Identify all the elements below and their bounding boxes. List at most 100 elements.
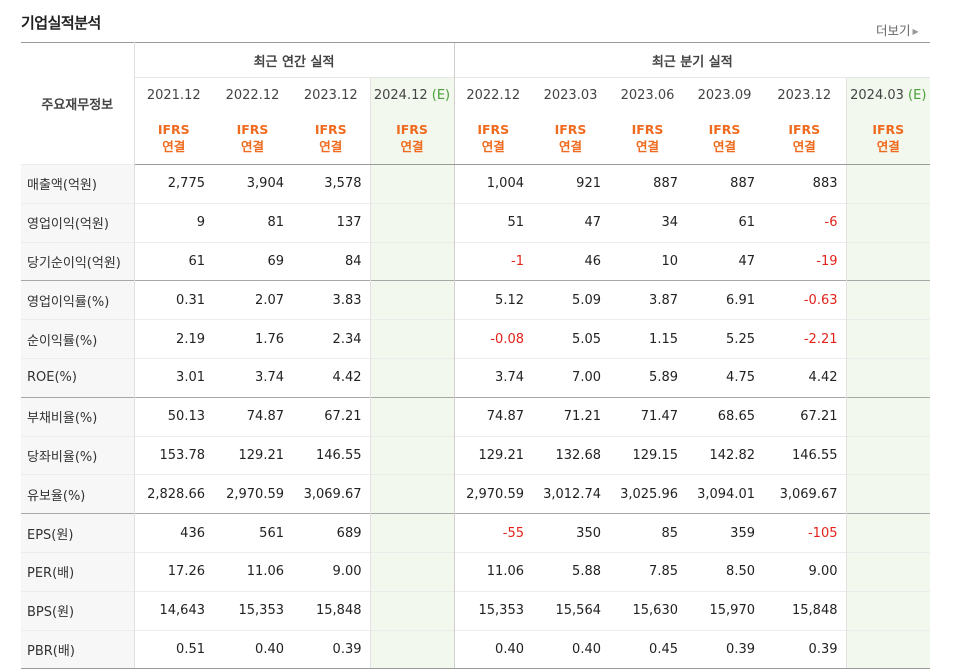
annual-estimate-header: 2024.12 (E) — [369, 77, 454, 114]
quarter-value-cell: 887 — [609, 164, 686, 204]
annual-value-cell: 2.19 — [134, 319, 213, 359]
annual-value-cell: 3.83 — [292, 280, 370, 320]
ifrs-consolidated-label: IFRS 연결 — [292, 113, 370, 165]
section-title: 기업실적분석 — [21, 14, 101, 32]
quarter-value-cell: -2.21 — [763, 319, 846, 359]
quarter-value-cell: 0.40 — [532, 629, 609, 669]
quarter-value-cell — [845, 629, 931, 669]
annual-value-cell: 69 — [213, 241, 292, 281]
annual-value-cell: 9 — [134, 202, 213, 243]
ifrs-consolidated-label: IFRS 연결 — [609, 113, 686, 165]
quarter-value-cell: -0.63 — [763, 280, 846, 320]
quarter-value-cell: 7.85 — [609, 551, 686, 592]
quarter-value-cell: 68.65 — [686, 396, 763, 437]
quarter-value-cell: 71.21 — [532, 396, 609, 437]
quarter-value-cell: 5.88 — [532, 551, 609, 592]
quarter-estimate-header: 2024.03 (E) — [845, 77, 931, 114]
annual-value-cell: 0.39 — [292, 629, 370, 669]
annual-value-cell: 2.34 — [292, 319, 370, 359]
quarter-value-cell: 61 — [686, 202, 763, 243]
table-row: 영업이익률(%) 0.31 2.07 3.83 5.12 5.09 3.87 6.91 -0.6… — [21, 280, 931, 320]
row-label: EPS(원) — [21, 513, 135, 553]
period-label: 2024.03 — [850, 88, 904, 104]
consolidated-label: 연결 — [792, 138, 816, 154]
quarter-value-cell: 5.09 — [532, 280, 609, 320]
more-link-label: 더보기 — [876, 23, 911, 38]
quarter-value-cell: 0.45 — [609, 629, 686, 669]
table-row: 당좌비율(%) 153.78 129.21 146.55 129.21 132.68 129… — [21, 435, 931, 475]
quarter-value-cell: 0.39 — [763, 629, 846, 669]
annual-value-cell: 15,848 — [292, 590, 370, 631]
quarter-value-cell: 85 — [609, 513, 686, 553]
quarter-value-cell: 3.74 — [453, 357, 532, 398]
quarter-value-cell — [845, 396, 931, 437]
quarter-value-cell: 8.50 — [686, 551, 763, 592]
table-row: EPS(원) 436 561 689 -55 350 85 359 -105 — [21, 513, 931, 553]
annual-year-header: 2021.12 — [134, 77, 213, 114]
annual-value-cell: 3.01 — [134, 357, 213, 398]
quarter-value-cell: 47 — [686, 241, 763, 281]
quarter-value-cell: 3,069.67 — [763, 474, 846, 514]
row-label: PER(배) — [21, 551, 135, 592]
quarter-value-cell: 9.00 — [763, 551, 846, 592]
annual-value-cell: 146.55 — [292, 435, 370, 475]
quarter-period-header: 2023.09 — [686, 77, 763, 114]
year-label: 2024.12 — [373, 88, 428, 104]
annual-value-cell: 17.26 — [134, 551, 213, 592]
quarter-value-cell: 359 — [686, 513, 763, 553]
ifrs-label: IFRS — [314, 121, 347, 137]
quarter-value-cell: 129.15 — [609, 435, 686, 475]
more-link[interactable]: 더보기 ▶ — [876, 20, 919, 39]
quarter-value-cell: -55 — [453, 513, 532, 553]
ifrs-label: IFRS — [157, 121, 190, 137]
annual-value-cell: 15,353 — [213, 590, 292, 631]
annual-value-cell: 74.87 — [213, 396, 292, 437]
row-label: 순이익률(%) — [21, 319, 135, 359]
quarter-value-cell: 15,630 — [609, 590, 686, 631]
quarter-value-cell: 11.06 — [453, 551, 532, 592]
table-row: 유보율(%) 2,828.66 2,970.59 3,069.67 2,970.59 3,… — [21, 474, 931, 514]
consolidated-label: 연결 — [319, 138, 343, 154]
row-label: 유보율(%) — [21, 474, 135, 514]
annual-value-cell — [369, 357, 454, 398]
row-label: 영업이익률(%) — [21, 280, 135, 320]
annual-value-cell — [369, 241, 454, 281]
estimate-mark: (E) — [908, 88, 927, 104]
quarter-value-cell: 6.91 — [686, 280, 763, 320]
annual-value-cell: 3,578 — [292, 164, 370, 204]
table-row: BPS(원) 14,643 15,353 15,848 15,353 15,564 15,6… — [21, 590, 931, 631]
row-label: 매출액(억원) — [21, 164, 135, 204]
row-label: ROE(%) — [21, 357, 135, 398]
annual-value-cell: 14,643 — [134, 590, 213, 631]
annual-value-cell: 67.21 — [292, 396, 370, 437]
quarter-value-cell: 4.75 — [686, 357, 763, 398]
table-row: 당기순이익(억원) 61 69 84 -1 46 10 47 -19 — [21, 241, 931, 281]
table-row: ROE(%) 3.01 3.74 4.42 3.74 7.00 5.89 4.75 4.42 — [21, 357, 931, 398]
quarter-value-cell: 74.87 — [453, 396, 532, 437]
annual-value-cell: 4.42 — [292, 357, 370, 398]
annual-value-cell: 561 — [213, 513, 292, 553]
quarter-value-cell: 5.12 — [453, 280, 532, 320]
consolidated-label: 연결 — [481, 138, 505, 154]
quarter-value-cell: 3,025.96 — [609, 474, 686, 514]
quarter-value-cell: 3,012.74 — [532, 474, 609, 514]
quarter-value-cell: 350 — [532, 513, 609, 553]
table-row: 매출액(억원) 2,775 3,904 3,578 1,004 921 887 887 883 — [21, 164, 931, 204]
ifrs-label: IFRS — [872, 121, 905, 137]
row-label: BPS(원) — [21, 590, 135, 631]
quarter-value-cell — [845, 202, 931, 243]
quarter-value-cell — [845, 474, 931, 514]
quarter-value-cell — [845, 280, 931, 320]
quarter-value-cell: 142.82 — [686, 435, 763, 475]
quarter-value-cell: 5.05 — [532, 319, 609, 359]
quarter-value-cell — [845, 164, 931, 204]
annual-value-cell: 689 — [292, 513, 370, 553]
annual-value-cell — [369, 435, 454, 475]
row-label: 당기순이익(억원) — [21, 241, 135, 281]
quarter-value-cell: 71.47 — [609, 396, 686, 437]
quarter-value-cell: 2,970.59 — [453, 474, 532, 514]
year-label: 2021.12 — [146, 88, 201, 104]
annual-value-cell: 2,828.66 — [134, 474, 213, 514]
quarter-value-cell: 0.40 — [453, 629, 532, 669]
quarter-value-cell: -1 — [453, 241, 532, 281]
